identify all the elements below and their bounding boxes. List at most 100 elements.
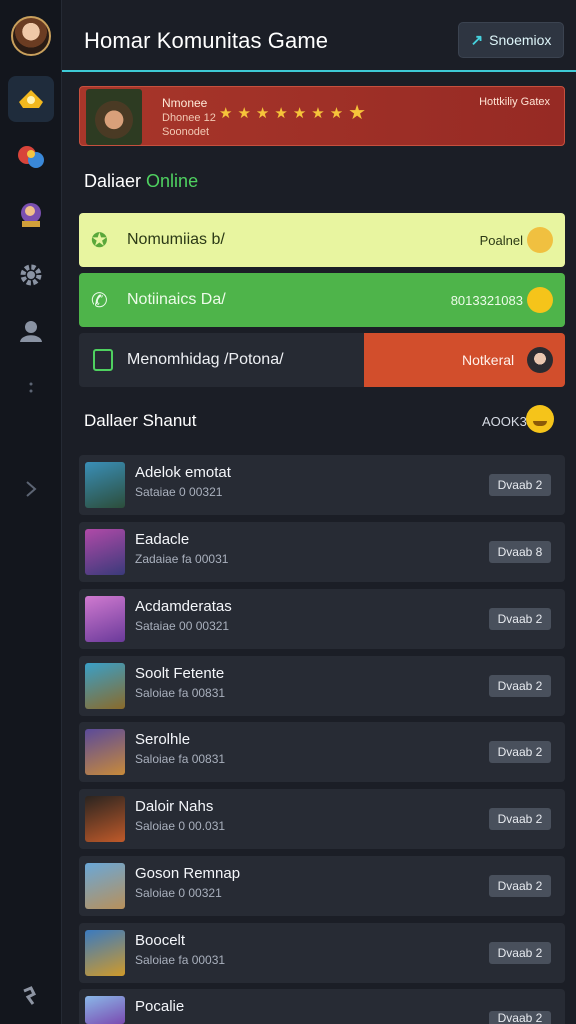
list-item[interactable]: Daloir Nahs Saloiae 0 00.031 Dvaab 2	[79, 789, 565, 849]
list-item-meta: Sataiae 0 00321	[135, 485, 223, 499]
list-item-name: Boocelt	[135, 932, 186, 949]
game-thumbnail	[85, 796, 125, 842]
list-item-name: Pocalie	[135, 998, 185, 1015]
status-alert-segment[interactable]: Notkeral	[364, 333, 565, 387]
status-row-value: 8013321083	[450, 293, 523, 308]
list-item[interactable]: Boocelt Saloiae fa 00031 Dvaab 2	[79, 923, 565, 983]
header: Homar Komunitas Game ↗ Snoemiox	[62, 0, 576, 72]
sidebar-item-games[interactable]	[8, 134, 54, 180]
banner-subtitle: Dhonee 12	[162, 112, 216, 124]
list-item[interactable]: Eadacle Zadaiae fa 00031 Dvaab 8	[79, 522, 565, 582]
list-item-tag[interactable]: Dvaab 8	[489, 541, 551, 563]
list-item-tag[interactable]: Dvaab 2	[489, 942, 551, 964]
star-icon: ★	[329, 105, 344, 122]
status-row-label: Menomhidag /Potona/	[127, 351, 284, 368]
list-item-name: Acdamderatas	[135, 598, 232, 615]
list-item-tag[interactable]: Dvaab 2	[489, 1011, 551, 1024]
list-item-name: Daloir Nahs	[135, 798, 214, 815]
list-item-meta: Saloiae fa 00831	[135, 686, 226, 700]
game-icon	[18, 146, 44, 168]
status-row-label: Nomumiias b/	[127, 231, 225, 248]
list-item-name: Goson Remnap	[135, 865, 241, 882]
sidebar-item-heroes[interactable]	[8, 192, 54, 238]
game-thumbnail	[85, 529, 125, 575]
list-item-tag[interactable]: Dvaab 2	[489, 808, 551, 830]
featured-banner[interactable]: Nmonee Dhonee 12 Soonodet ★ ★ ★ ★ ★ ★ ★ …	[79, 86, 565, 146]
sidebar-item-home[interactable]	[8, 76, 54, 122]
sidebar-item-profile[interactable]	[8, 308, 54, 354]
star-icon: ★	[292, 105, 307, 122]
list-item[interactable]: Serolhle Saloiae fa 00831 Dvaab 2	[79, 722, 565, 782]
list-item-meta: Saloiae fa 00031	[135, 953, 226, 967]
star-icon: ★	[219, 105, 233, 122]
banner-subtitle-2: Soonodet	[162, 126, 210, 138]
game-thumbnail	[85, 462, 125, 508]
star-icon: ★	[255, 105, 270, 122]
hero-icon	[21, 203, 41, 227]
list-item-tag[interactable]: Dvaab 2	[489, 875, 551, 897]
more-icon	[29, 382, 33, 393]
arrow-up-right-icon: ↗	[470, 32, 484, 49]
star-icon: ★	[348, 102, 367, 124]
sidebar-item-more[interactable]	[8, 366, 54, 412]
list-item-name: Soolt Fetente	[135, 665, 225, 682]
list-item-name: Adelok emotat	[135, 464, 231, 481]
header-action-label: Snoemiox	[489, 32, 552, 48]
sidebar	[0, 0, 62, 1024]
emoji-icon	[527, 287, 553, 313]
online-section-title: Daliaer Online	[84, 171, 198, 192]
list-item-name: Serolhle	[135, 731, 191, 748]
list-item[interactable]: Goson Remnap Saloiae 0 00321 Dvaab 2	[79, 856, 565, 916]
gear-icon	[20, 264, 42, 286]
list-item-meta: Zadaiae fa 00031	[135, 552, 229, 566]
list-item-meta: Sataiae 00 00321	[135, 619, 230, 633]
list-section-title: Dallaer Shanut	[84, 411, 197, 430]
online-section-prefix: Daliaer	[84, 171, 142, 191]
logo-icon	[20, 985, 42, 1013]
smile-icon	[526, 405, 554, 433]
list-item-tag[interactable]: Dvaab 2	[489, 608, 551, 630]
chevron-right-icon	[26, 481, 37, 497]
status-row-value: Poalnel	[479, 233, 523, 248]
sidebar-item-settings[interactable]	[8, 252, 54, 298]
list-item-tag[interactable]: Dvaab 2	[489, 675, 551, 697]
rating-stars: ★ ★ ★ ★ ★ ★ ★ ★	[219, 102, 367, 124]
list-item[interactable]: Acdamderatas Sataiae 00 00321 Dvaab 2	[79, 589, 565, 649]
status-row[interactable]: ✆ Notiinaics Da/ 8013321083	[79, 273, 565, 327]
status-row[interactable]: ✪ Nomumiias b/ Poalnel	[79, 213, 565, 267]
avatar[interactable]	[11, 16, 51, 56]
star-icon: ★	[237, 105, 251, 122]
character-badge-icon	[527, 227, 553, 253]
list-item-meta: Saloiae 0 00.031	[135, 819, 226, 833]
list-item[interactable]: Pocalie Dvaab 2	[79, 989, 565, 1024]
list-item-meta: Saloiae fa 00831	[135, 752, 226, 766]
game-thumbnail	[85, 729, 125, 775]
game-thumbnail	[85, 663, 125, 709]
online-section-highlight: Online	[146, 171, 199, 191]
phone-icon: ✆	[91, 290, 108, 312]
star-icon: ★	[311, 105, 325, 122]
banner-name: Nmonee	[162, 96, 208, 110]
game-thumbnail	[85, 863, 125, 909]
game-thumbnail	[85, 596, 125, 642]
list-item-tag[interactable]: Dvaab 2	[489, 474, 551, 496]
device-icon	[93, 349, 113, 371]
status-row-value: Notkeral	[462, 352, 515, 368]
user-icon	[20, 321, 42, 342]
list-section-count: AOOK3	[482, 414, 527, 429]
banner-avatar	[86, 89, 142, 145]
status-row-label: Notiinaics Da/	[127, 291, 226, 308]
home-icon	[19, 90, 43, 108]
list-item-meta: Saloiae 0 00321	[135, 886, 222, 900]
status-row[interactable]: Menomhidag /Potona/ Notkeral	[79, 333, 565, 387]
list-item[interactable]: Adelok emotat Sataiae 0 00321 Dvaab 2	[79, 455, 565, 515]
header-action-button[interactable]: ↗ Snoemiox	[458, 22, 564, 58]
list-item-name: Eadacle	[135, 531, 190, 548]
banner-right-text: Hottkiliy Gatex	[479, 96, 550, 108]
sidebar-expand[interactable]	[8, 466, 54, 512]
game-thumbnail	[85, 996, 125, 1024]
list-item[interactable]: Soolt Fetente Saloiae fa 00831 Dvaab 2	[79, 656, 565, 716]
list-item-tag[interactable]: Dvaab 2	[489, 741, 551, 763]
player-avatar	[527, 347, 553, 373]
game-thumbnail	[85, 930, 125, 976]
